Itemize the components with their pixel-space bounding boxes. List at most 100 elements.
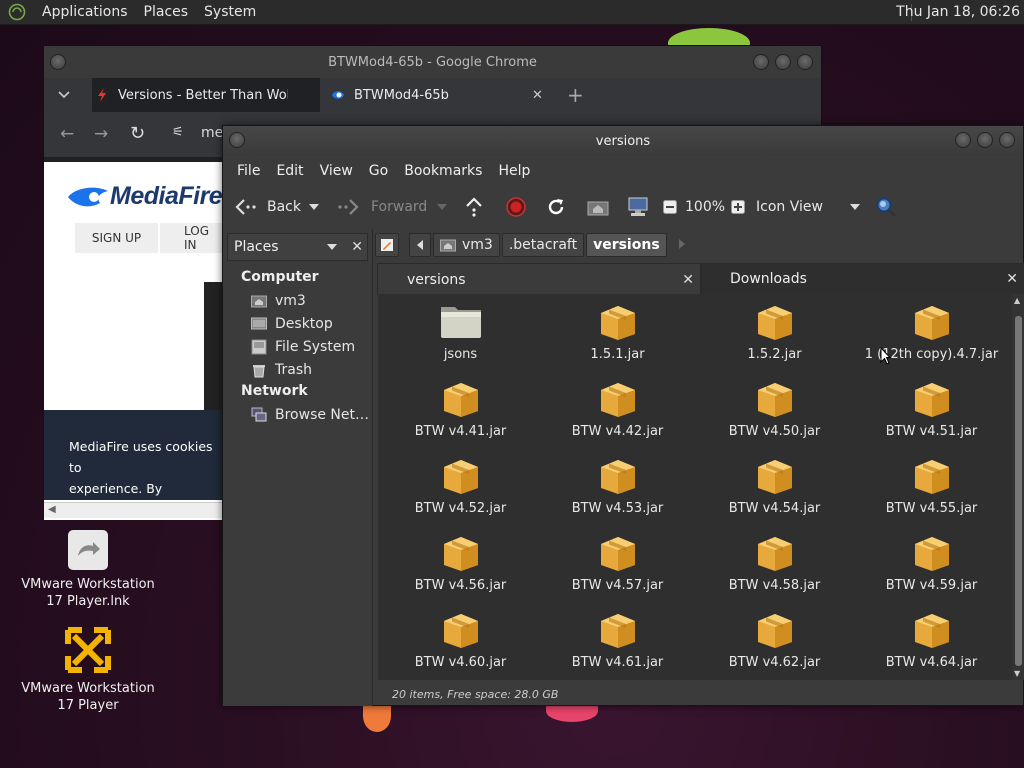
- file-item[interactable]: BTW v4.50.jar: [696, 374, 853, 451]
- desktop-icon-label: VMware Workstation: [21, 577, 155, 592]
- path-scroll-right-button[interactable]: [678, 238, 685, 253]
- menu-go[interactable]: Go: [361, 163, 396, 179]
- back-history-dropdown[interactable]: [309, 186, 319, 228]
- file-item[interactable]: BTW v4.60.jar: [382, 605, 539, 680]
- file-item[interactable]: BTW v4.42.jar: [539, 374, 696, 451]
- minimize-button[interactable]: [753, 54, 769, 70]
- menu-file[interactable]: File: [229, 163, 268, 179]
- applications-menu[interactable]: Applications: [34, 4, 136, 20]
- up-button[interactable]: [465, 186, 483, 228]
- file-item[interactable]: BTW v4.41.jar: [382, 374, 539, 451]
- tab-versions[interactable]: Versions - Better Than Wolve: [92, 78, 320, 112]
- path-crumb-betacraft[interactable]: .betacraft: [501, 233, 585, 257]
- reload-button[interactable]: [546, 186, 566, 228]
- sidebar-type-select[interactable]: Places: [228, 239, 367, 255]
- site-info-icon[interactable]: ⚟: [172, 125, 184, 140]
- menu-bookmarks[interactable]: Bookmarks: [396, 163, 490, 179]
- address-bar[interactable]: me: [201, 125, 223, 141]
- zoom-in-button[interactable]: [731, 186, 745, 228]
- reload-icon[interactable]: ↻: [130, 123, 145, 144]
- path-scroll-left-button[interactable]: [409, 233, 431, 257]
- file-item[interactable]: BTW v4.56.jar: [382, 528, 539, 605]
- close-tab-icon[interactable]: ✕: [682, 272, 694, 288]
- close-button[interactable]: [999, 132, 1015, 148]
- forward-arrow-icon[interactable]: →: [94, 124, 108, 144]
- close-tab-icon[interactable]: ✕: [1006, 271, 1018, 287]
- back-arrow-icon[interactable]: ←: [60, 124, 74, 144]
- desktop-icon-vmware-lnk[interactable]: VMware Workstation 17 Player.lnk: [18, 530, 158, 610]
- file-item[interactable]: BTW v4.59.jar: [853, 528, 1010, 605]
- tab-downloads[interactable]: Downloads ✕: [701, 263, 1024, 295]
- jar-archive-icon: [915, 614, 949, 648]
- computer-button[interactable]: [627, 186, 649, 228]
- file-item[interactable]: BTW v4.51.jar: [853, 374, 1010, 451]
- forward-button[interactable]: Forward: [337, 186, 427, 228]
- zoom-level[interactable]: 100%: [685, 186, 725, 228]
- search-button[interactable]: [875, 186, 897, 228]
- chrome-titlebar[interactable]: BTWMod4-65b - Google Chrome: [44, 46, 821, 78]
- close-button[interactable]: [797, 54, 813, 70]
- desktop-icon-vmware[interactable]: VMware Workstation 17 Player: [18, 626, 158, 714]
- maximize-button[interactable]: [775, 54, 791, 70]
- file-item[interactable]: 1.5.2.jar: [696, 297, 853, 374]
- stop-button[interactable]: [506, 186, 526, 228]
- tab-versions[interactable]: versions ✕: [377, 263, 701, 295]
- path-crumb-versions[interactable]: versions: [586, 233, 667, 257]
- back-button[interactable]: Back: [235, 186, 301, 228]
- mediafire-flame-icon: [68, 187, 108, 206]
- signup-button[interactable]: SIGN UP: [75, 223, 158, 253]
- login-button[interactable]: LOG IN: [160, 223, 225, 253]
- sidebar-item-file-system[interactable]: File System: [251, 335, 372, 358]
- file-item[interactable]: BTW v4.57.jar: [539, 528, 696, 605]
- sidebar-item-vm3[interactable]: vm3: [251, 289, 372, 312]
- scroll-up-icon[interactable]: ▲: [1014, 296, 1020, 305]
- home-button[interactable]: [587, 186, 609, 228]
- menu-edit[interactable]: Edit: [268, 163, 311, 179]
- clock[interactable]: Thu Jan 18, 06:26: [896, 4, 1020, 20]
- file-item[interactable]: BTW v4.52.jar: [382, 451, 539, 528]
- horizontal-scrollbar[interactable]: ◀: [44, 502, 224, 518]
- scrollbar-thumb[interactable]: [1015, 316, 1022, 666]
- places-menu[interactable]: Places: [136, 4, 197, 20]
- window-menu-button[interactable]: [50, 54, 66, 70]
- file-item[interactable]: 1.5.1.jar: [539, 297, 696, 374]
- zoom-out-button[interactable]: [663, 186, 677, 228]
- close-sidebar-icon[interactable]: ✕: [351, 239, 363, 255]
- chevron-down-icon[interactable]: [327, 244, 337, 250]
- new-tab-button[interactable]: +: [567, 78, 584, 112]
- forward-history-dropdown[interactable]: [437, 186, 447, 228]
- file-item[interactable]: BTW v4.64.jar: [853, 605, 1010, 680]
- sidebar-item-desktop[interactable]: Desktop: [251, 312, 372, 335]
- scroll-down-icon[interactable]: ▼: [1014, 669, 1020, 678]
- tab-search-button[interactable]: [58, 78, 70, 112]
- tab-btwmod[interactable]: BTWMod4-65b ✕: [330, 78, 546, 112]
- menu-help[interactable]: Help: [490, 163, 538, 179]
- file-item[interactable]: BTW v4.61.jar: [539, 605, 696, 680]
- sidebar-item-browse-network[interactable]: Browse Net…: [251, 403, 372, 426]
- close-icon[interactable]: ✕: [532, 88, 543, 103]
- path-crumb-vm3[interactable]: vm3: [433, 233, 500, 257]
- jar-archive-icon: [915, 383, 949, 417]
- folder-item[interactable]: jsons: [382, 297, 539, 374]
- file-item[interactable]: BTW v4.55.jar: [853, 451, 1010, 528]
- vertical-scrollbar[interactable]: ▲ ▼: [1012, 294, 1024, 680]
- file-icon-view[interactable]: jsons 1.5.1.jar 1.5.2.jar 1 (12th copy).4.7…: [378, 294, 1012, 680]
- system-menu[interactable]: System: [196, 4, 264, 20]
- scroll-left-icon[interactable]: ◀: [48, 504, 56, 515]
- view-mode-select[interactable]: Icon View: [756, 186, 860, 228]
- file-item[interactable]: BTW v4.54.jar: [696, 451, 853, 528]
- file-item[interactable]: BTW v4.58.jar: [696, 528, 853, 605]
- file-item[interactable]: BTW v4.62.jar: [696, 605, 853, 680]
- file-item[interactable]: BTW v4.53.jar: [539, 451, 696, 528]
- file-manager-titlebar[interactable]: versions: [223, 126, 1023, 156]
- mediafire-logo[interactable]: MediaFire: [66, 182, 223, 211]
- menu-view[interactable]: View: [312, 163, 361, 179]
- maximize-button[interactable]: [977, 132, 993, 148]
- mate-logo-icon[interactable]: [6, 1, 28, 23]
- file-name-label: BTW v4.60.jar: [414, 655, 507, 670]
- sidebar-item-trash[interactable]: Trash: [251, 358, 372, 381]
- file-item[interactable]: 1 (12th copy).4.7.jar: [853, 297, 1010, 374]
- minimize-button[interactable]: [955, 132, 971, 148]
- window-menu-button[interactable]: [229, 132, 245, 148]
- toggle-location-button[interactable]: [375, 233, 399, 257]
